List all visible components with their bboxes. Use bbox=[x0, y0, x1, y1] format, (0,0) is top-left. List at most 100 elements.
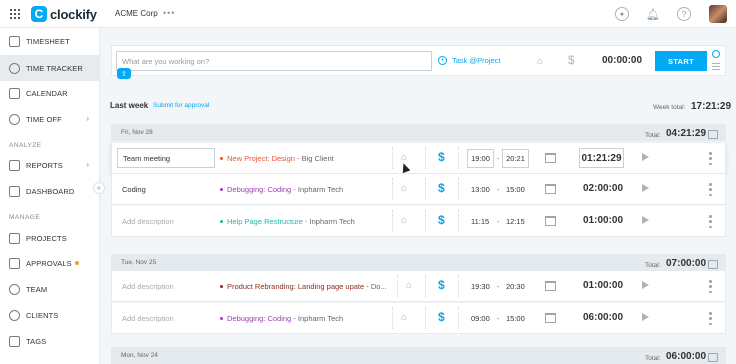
end-time-input[interactable]: 20:21 bbox=[502, 149, 529, 168]
more-options-icon[interactable] bbox=[709, 183, 712, 196]
description-field[interactable]: Add description bbox=[122, 314, 174, 323]
help-icon[interactable]: ? bbox=[677, 7, 691, 21]
workspace-more-icon[interactable]: ••• bbox=[163, 8, 175, 18]
bulk-edit-icon[interactable] bbox=[708, 353, 718, 362]
start-time-input[interactable]: 13:00 bbox=[471, 185, 490, 194]
more-options-icon[interactable] bbox=[709, 312, 712, 325]
help-badge-icon[interactable]: ⇧ bbox=[117, 68, 131, 79]
tag-icon[interactable]: ⌂ bbox=[401, 183, 407, 194]
submit-for-approval-link[interactable]: Submit for approval bbox=[153, 102, 209, 109]
sidebar-item-timesheet[interactable]: TIMESHEET bbox=[0, 28, 100, 54]
day-total: 04:21:29 bbox=[666, 128, 707, 139]
more-options-icon[interactable] bbox=[709, 280, 712, 293]
divider bbox=[425, 147, 426, 169]
play-icon[interactable] bbox=[642, 153, 649, 161]
workspace-name[interactable]: ACME Corp bbox=[115, 9, 158, 18]
dashboard-icon bbox=[9, 185, 20, 197]
task-project-button[interactable]: + Task @Project bbox=[438, 56, 500, 65]
end-time-input[interactable]: 15:00 bbox=[506, 185, 525, 194]
sidebar-item-reports[interactable]: REPORTS › bbox=[0, 152, 100, 178]
project-picker[interactable]: Debugging: Coding - Inpharm Tech bbox=[227, 185, 343, 194]
sidebar-item-label: TAGS bbox=[26, 336, 47, 346]
start-time-input[interactable]: 19:00 bbox=[467, 149, 494, 168]
project-picker[interactable]: Debugging: Coding - Inpharm Tech bbox=[227, 314, 343, 323]
description-field[interactable]: Add description bbox=[122, 217, 174, 226]
billable-dollar-icon[interactable]: $ bbox=[438, 213, 445, 227]
avatar[interactable] bbox=[709, 5, 727, 23]
bulk-edit-icon[interactable] bbox=[708, 260, 718, 269]
project-color-dot bbox=[220, 157, 223, 160]
end-time-input[interactable]: 20:30 bbox=[506, 282, 525, 291]
more-options-icon[interactable] bbox=[709, 152, 712, 165]
timer-display: 00:00:00 bbox=[602, 55, 643, 66]
description-field[interactable]: Coding bbox=[122, 185, 146, 194]
sidebar: TIMESHEET TIME TRACKER CALENDAR TIME OFF… bbox=[0, 28, 100, 364]
sidebar-item-approvals[interactable]: APPROVALS bbox=[0, 250, 100, 276]
logo-mark-icon: C bbox=[31, 6, 47, 22]
project-picker[interactable]: Help Page Restructure - Inpharm Tech bbox=[227, 217, 355, 226]
description-field[interactable]: Add description bbox=[122, 282, 174, 291]
client-name: Inpharm Tech bbox=[309, 217, 355, 226]
more-options-icon[interactable] bbox=[709, 215, 712, 228]
tag-icon[interactable]: ⌂ bbox=[401, 215, 407, 226]
play-icon[interactable] bbox=[642, 216, 649, 224]
calendar-icon bbox=[9, 87, 20, 99]
client-name: Big Client bbox=[301, 154, 334, 163]
calendar-icon[interactable] bbox=[545, 313, 556, 323]
gift-icon[interactable]: ✦ bbox=[615, 7, 629, 21]
sidebar-item-team[interactable]: TEAM bbox=[0, 276, 100, 302]
calendar-icon[interactable] bbox=[545, 153, 556, 163]
divider bbox=[458, 307, 459, 329]
sidebar-item-time-tracker[interactable]: TIME TRACKER bbox=[0, 55, 100, 81]
play-icon[interactable] bbox=[642, 184, 649, 192]
billable-dollar-icon[interactable]: $ bbox=[438, 150, 445, 164]
app-grid-icon[interactable] bbox=[10, 9, 20, 19]
top-bar: C clockify ACME Corp ••• ✦ 🔔︎ ? bbox=[0, 0, 736, 28]
start-time-input[interactable]: 09:00 bbox=[471, 314, 490, 323]
sidebar-item-clients[interactable]: CLIENTS bbox=[0, 302, 100, 328]
sidebar-item-dashboard[interactable]: DASHBOARD bbox=[0, 178, 100, 204]
duration-input[interactable]: 01:00:00 bbox=[583, 280, 623, 291]
tag-icon[interactable]: ⌂ bbox=[406, 280, 412, 291]
sidebar-item-calendar[interactable]: CALENDAR bbox=[0, 80, 100, 106]
duration-input[interactable]: 01:00:00 bbox=[583, 215, 623, 226]
sidebar-item-time-off[interactable]: TIME OFF › bbox=[0, 106, 100, 132]
calendar-icon[interactable] bbox=[545, 184, 556, 194]
calendar-icon[interactable] bbox=[545, 216, 556, 226]
day-total: 06:00:00 bbox=[666, 351, 707, 362]
tag-icon[interactable]: ⌂ bbox=[537, 56, 543, 67]
start-time-input[interactable]: 11:15 bbox=[471, 217, 489, 226]
sidebar-collapse-button[interactable]: « bbox=[93, 182, 105, 194]
divider bbox=[458, 275, 459, 297]
calendar-icon[interactable] bbox=[545, 281, 556, 291]
start-time-input[interactable]: 19:30 bbox=[471, 282, 490, 291]
description-input[interactable] bbox=[116, 51, 432, 71]
billable-dollar-icon[interactable]: $ bbox=[438, 310, 445, 324]
billable-dollar-icon[interactable]: $ bbox=[438, 278, 445, 292]
logo[interactable]: C clockify bbox=[31, 5, 97, 23]
sidebar-item-label: TIMESHEET bbox=[26, 36, 70, 46]
project-color-dot bbox=[220, 188, 223, 191]
project-separator: - bbox=[294, 154, 302, 163]
duration-input[interactable]: 02:00:00 bbox=[583, 183, 623, 194]
play-icon[interactable] bbox=[642, 281, 649, 289]
end-time-input[interactable]: 15:00 bbox=[506, 314, 525, 323]
project-picker[interactable]: New Project: Design - Big Client bbox=[227, 154, 334, 163]
duration-input[interactable]: 01:21:29 bbox=[579, 148, 624, 168]
end-time-input[interactable]: 12:15 bbox=[506, 217, 525, 226]
bell-icon[interactable]: 🔔︎ bbox=[646, 7, 660, 21]
tag-icon[interactable]: ⌂ bbox=[401, 312, 407, 323]
project-picker[interactable]: Product Rebranding: Landing page upate -… bbox=[227, 282, 387, 291]
billable-dollar-icon[interactable]: $ bbox=[568, 53, 575, 67]
sidebar-item-tags[interactable]: TAGS bbox=[0, 328, 100, 354]
duration-input[interactable]: 06:00:00 bbox=[583, 312, 623, 323]
client-name: Do... bbox=[370, 282, 387, 291]
timer-mode-icon[interactable] bbox=[712, 50, 720, 58]
sidebar-item-projects[interactable]: PROJECTS bbox=[0, 225, 100, 251]
manual-mode-icon[interactable] bbox=[712, 63, 720, 70]
description-field[interactable]: Team meeting bbox=[117, 148, 215, 168]
billable-dollar-icon[interactable]: $ bbox=[438, 181, 445, 195]
play-icon[interactable] bbox=[642, 313, 649, 321]
start-button[interactable]: START bbox=[655, 51, 707, 71]
bulk-edit-icon[interactable] bbox=[708, 130, 718, 139]
